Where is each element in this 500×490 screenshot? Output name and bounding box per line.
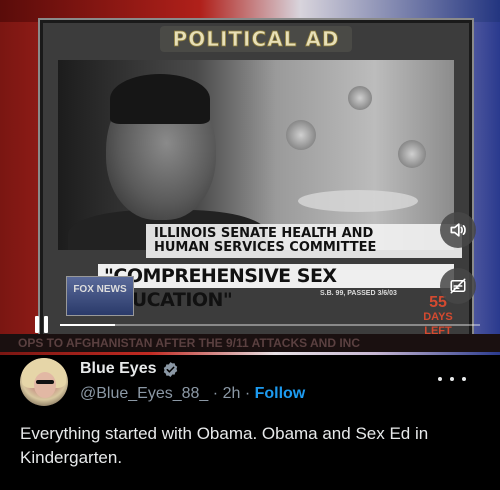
tweet-text: Everything started with Obama. Obama and… xyxy=(20,424,429,467)
video-progress-fill xyxy=(60,324,115,326)
speaker-hair xyxy=(110,74,210,124)
volume-icon xyxy=(450,223,466,237)
classroom-table xyxy=(298,190,418,212)
more-dot xyxy=(438,377,442,381)
verified-badge-icon xyxy=(164,361,178,377)
child-figure xyxy=(398,140,426,168)
author-name[interactable]: Blue Eyes xyxy=(80,358,179,380)
video-player[interactable]: POLITICAL AD ILLINOIS SENATE HEALTH AND … xyxy=(0,0,500,355)
meta-separator: · xyxy=(244,385,251,402)
news-ticker: OPS TO AFGHANISTAN AFTER THE 9/11 ATTACK… xyxy=(0,334,500,352)
network-logo: FOX NEWS xyxy=(66,276,134,316)
pause-icon xyxy=(35,316,39,333)
avatar[interactable] xyxy=(20,358,68,406)
child-figure xyxy=(348,86,372,110)
more-options-icon[interactable] xyxy=(438,372,466,386)
video-progress-bar[interactable] xyxy=(60,324,480,326)
author-handle[interactable]: @Blue_Eyes_88_ xyxy=(80,385,208,402)
more-dot xyxy=(450,377,454,381)
captions-icon xyxy=(450,278,466,294)
caption-line-1: ILLINOIS SENATE HEALTH AND xyxy=(154,226,374,241)
caption-committee: ILLINOIS SENATE HEALTH AND HUMAN SERVICE… xyxy=(146,224,462,258)
caption-bill-info: S.B. 99, PASSED 3/6/03 xyxy=(320,290,397,297)
caption-headline: "COMPREHENSIVE SEX EDUCATION" xyxy=(98,264,454,311)
post-time[interactable]: 2h xyxy=(223,385,241,402)
avatar-sunglasses xyxy=(36,380,54,384)
caption-line-2: HUMAN SERVICES COMMITTEE xyxy=(154,240,377,255)
display-name-text: Blue Eyes xyxy=(80,360,157,377)
captions-button[interactable] xyxy=(440,268,476,304)
author-meta: @Blue_Eyes_88_ · 2h · Follow xyxy=(80,383,305,405)
meta-separator: · xyxy=(212,385,219,402)
follow-button[interactable]: Follow xyxy=(255,385,306,402)
pause-button[interactable] xyxy=(32,315,52,335)
more-dot xyxy=(462,377,466,381)
pause-icon xyxy=(44,316,48,333)
avatar-face xyxy=(34,372,56,398)
lower-third: ILLINOIS SENATE HEALTH AND HUMAN SERVICE… xyxy=(58,216,462,337)
volume-button[interactable] xyxy=(440,212,476,248)
child-figure xyxy=(286,120,316,150)
political-ad-banner: POLITICAL AD xyxy=(160,26,352,52)
tv-frame: POLITICAL AD ILLINOIS SENATE HEALTH AND … xyxy=(38,18,474,340)
